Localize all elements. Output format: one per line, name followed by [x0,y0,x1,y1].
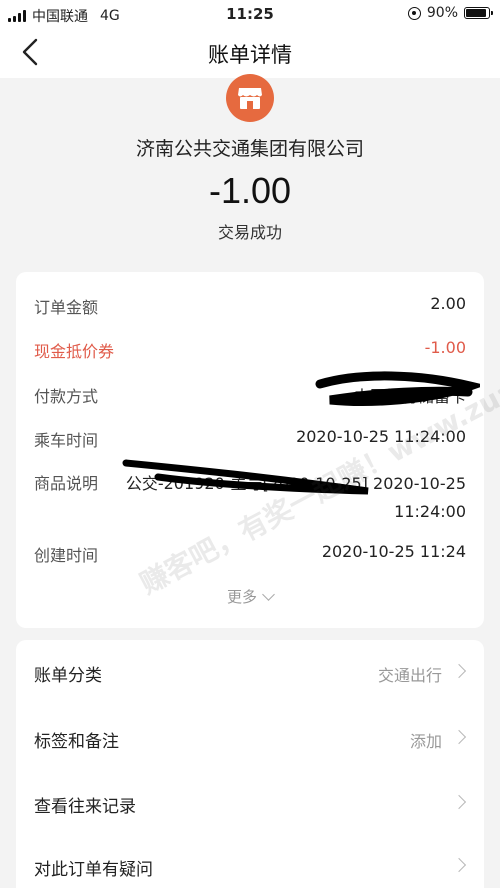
payment-method-value: 中国银行储蓄卡 [353,387,466,406]
status-right: 90% [407,5,493,21]
menu-item-value: 交通出行 [377,666,442,685]
page-title: 账单详情 [208,43,292,67]
chevron-right-icon [451,857,467,873]
order-amount-value: 2.00 [430,294,466,313]
nav-header: 账单详情 [0,28,500,78]
menu-item-label: 标签和备注 [34,732,119,752]
menu-item-order-question[interactable]: 对此订单有疑问 [16,834,484,888]
status-bar: 中国联通 4G 11:25 90% [0,0,500,28]
ride-time-value: 2020-10-25 11:24:00 [296,427,466,446]
transaction-status: 交易成功 [217,223,282,242]
menu-item-bill-category[interactable]: 账单分类 交通出行 [16,640,484,705]
transaction-amount: -1.00 [208,170,292,211]
created-time-value: 2020-10-25 11:24 [321,542,466,561]
coupon-value: -1.00 [424,338,466,357]
menu-item-label: 对此订单有疑问 [34,860,153,880]
details-card: 订单金额 2.00 现金抵价券 -1.00 付款方式 中国银行储蓄卡 乘车时间 … [16,272,484,628]
chevron-right-icon [451,663,467,679]
coupon-label: 现金抵价券 [34,342,115,361]
menu-item-history[interactable]: 查看往来记录 [16,771,484,836]
menu-item-value: 添加 [409,732,442,751]
ride-time-label: 乘车时间 [34,431,99,450]
orientation-lock-icon [407,6,421,20]
more-label: 更多 [226,588,257,606]
menu-item-tags-notes[interactable]: 标签和备注 添加 [16,706,484,771]
order-amount-label: 订单金额 [34,298,99,317]
battery-icon [464,7,493,19]
chevron-right-icon [451,729,467,745]
battery-percent: 90% [426,5,458,21]
more-button[interactable]: 更多 [16,586,484,607]
chevron-down-icon [262,588,275,601]
battery-fill [466,9,486,17]
chevron-right-icon [451,794,467,810]
description-row: 商品说明 公交-201920-主号[2020-10-25] 2020-10-25… [34,470,466,530]
description-value: 公交-201920-主号[2020-10-25] 2020-10-25 11:2… [125,474,466,521]
menu-item-label: 账单分类 [34,666,102,686]
payment-method-label: 付款方式 [34,387,99,406]
description-label: 商品说明 [34,474,99,493]
merchant-name: 济南公共交通集团有限公司 [135,138,364,160]
menu-card: 账单分类 交通出行 标签和备注 添加 查看往来记录 对此订单有疑问 [16,640,484,888]
menu-item-label: 查看往来记录 [34,797,136,817]
store-icon [226,74,274,122]
created-time-label: 创建时间 [34,546,99,565]
